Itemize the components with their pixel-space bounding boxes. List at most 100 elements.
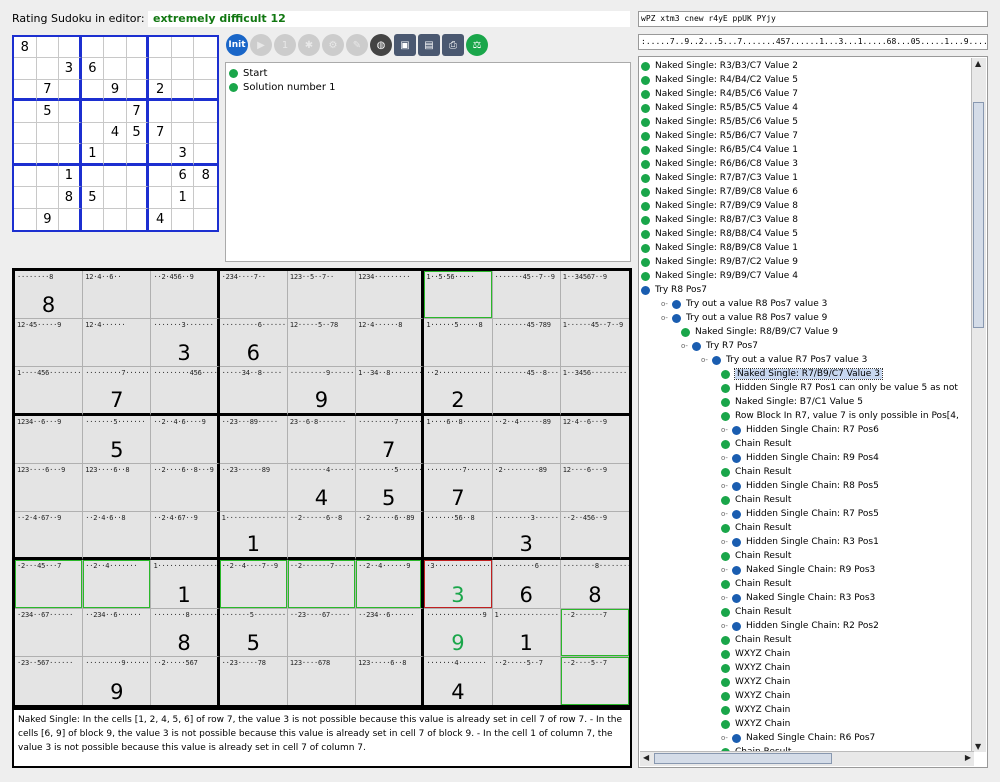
tree-item[interactable]: Naked Single: R4/B4/C2 Value 5: [641, 73, 798, 87]
grid-cell[interactable]: 12····6···9: [560, 463, 629, 513]
grid-cell[interactable]: ··2·············· 2: [424, 367, 493, 416]
grid-cell[interactable]: ··2·····567: [151, 656, 220, 705]
tree-item[interactable]: Chain Result: [721, 577, 791, 591]
tree-item[interactable]: Naked Single: R3/B3/C7 Value 2: [641, 59, 798, 73]
small-grid-cell[interactable]: [14, 79, 37, 102]
grid-cell[interactable]: 123····678: [287, 656, 357, 705]
small-grid-cell[interactable]: [104, 144, 127, 166]
small-grid-cell[interactable]: [104, 37, 127, 59]
grid-cell[interactable]: 123····6···9: [15, 463, 84, 513]
tree-toggle-icon[interactable]: o-: [661, 300, 669, 308]
play-icon[interactable]: ▶: [250, 34, 272, 56]
grid-cell[interactable]: ··2······6··8: [287, 512, 357, 561]
tree-item[interactable]: Row Block In R7, value 7 is only possibl…: [721, 409, 959, 423]
tree-toggle-icon[interactable]: o-: [681, 342, 689, 350]
horizontal-scrollbar[interactable]: ◀ ▶: [640, 751, 974, 766]
tree-toggle-icon[interactable]: o-: [661, 314, 669, 322]
grid-cell[interactable]: 23··6·8·······: [287, 415, 357, 464]
scroll-left-icon[interactable]: ◀: [643, 753, 649, 762]
small-grid-cell[interactable]: [59, 101, 82, 123]
small-grid-cell[interactable]: 9: [104, 79, 127, 102]
horizontal-scroll-thumb[interactable]: [654, 753, 832, 764]
grid-cell[interactable]: ·······5······· 5: [83, 415, 152, 464]
small-grid-cell[interactable]: 4: [104, 122, 127, 145]
small-grid-cell[interactable]: 6: [171, 165, 195, 188]
small-grid-cell[interactable]: [194, 37, 217, 59]
grid-cell[interactable]: 123·····6··8: [356, 656, 425, 705]
grid-cell[interactable]: ·········7······· 7: [424, 463, 493, 513]
tree-item[interactable]: Chain Result: [721, 549, 791, 563]
tree-item[interactable]: Naked Single: R9/B9/C7 Value 4: [641, 269, 798, 283]
small-grid-cell[interactable]: [126, 165, 150, 188]
puzzle-name-field[interactable]: extremely difficult 12: [148, 11, 630, 27]
grid-cell[interactable]: ··234··6······: [356, 608, 425, 657]
grid-cell[interactable]: ·········9······· 9: [287, 367, 357, 416]
small-grid-cell[interactable]: [126, 187, 150, 209]
grid-cell[interactable]: ········8········ 8: [151, 608, 220, 657]
save-icon[interactable]: ▣: [394, 34, 416, 56]
small-grid-cell[interactable]: [81, 37, 105, 59]
small-grid-cell[interactable]: [194, 209, 217, 230]
small-grid-cell[interactable]: [171, 101, 195, 123]
grid-cell[interactable]: ··2·4·6··8: [83, 512, 152, 561]
small-grid-cell[interactable]: [171, 58, 195, 80]
small-grid-cell[interactable]: [82, 208, 105, 230]
tree-item[interactable]: Naked Single: R7/B9/C8 Value 6: [641, 185, 798, 199]
grid-cell[interactable]: ·234····7··: [219, 271, 288, 320]
tree-item[interactable]: o- Hidden Single Chain: R8 Pos5: [721, 479, 879, 493]
grid-cell[interactable]: ··2·456··9: [151, 271, 220, 320]
small-grid-cell[interactable]: 5: [81, 187, 105, 209]
small-grid-cell[interactable]: [36, 122, 60, 145]
grid-cell[interactable]: ··2····6··8···9: [151, 463, 220, 513]
tree-item[interactable]: WXYZ Chain: [721, 661, 790, 675]
small-grid-cell[interactable]: [59, 79, 82, 102]
small-grid-cell[interactable]: [36, 37, 60, 59]
vertical-scrollbar[interactable]: ▲ ▼: [971, 58, 986, 752]
small-grid-cell[interactable]: [149, 187, 172, 209]
grid-cell[interactable]: 1234·········: [356, 271, 425, 320]
tree-toggle-icon[interactable]: o-: [721, 622, 729, 630]
grid-cell[interactable]: ··2··4·······: [83, 560, 152, 609]
grid-cell[interactable]: ··2··4······9: [356, 560, 425, 609]
grid-cell[interactable]: ·········4······· 4: [287, 463, 357, 513]
grid-cell[interactable]: ·········456······: [151, 367, 220, 416]
tree-item[interactable]: Chain Result: [721, 633, 791, 647]
grid-cell[interactable]: 1······5·····8: [424, 319, 493, 368]
grid-cell[interactable]: ········8 8: [15, 271, 84, 320]
tree-item[interactable]: Naked Single: R8/B9/C8 Value 1: [641, 241, 798, 255]
grid-cell[interactable]: ··2····5··7: [560, 656, 629, 705]
grid-cell[interactable]: ········45··8····: [492, 367, 561, 416]
grid-cell[interactable]: ··23···89·····: [219, 415, 288, 464]
small-grid-cell[interactable]: [81, 79, 105, 102]
small-grid-cell[interactable]: [194, 58, 217, 80]
grid-cell[interactable]: ··2··4·6····9: [151, 415, 220, 464]
small-grid-cell[interactable]: [36, 58, 60, 80]
tree-item[interactable]: o- Hidden Single Chain: R2 Pos2: [721, 619, 879, 633]
grid-cell[interactable]: ··2··4····7··9: [219, 560, 288, 609]
tree-item[interactable]: Naked Single: R5/B6/C7 Value 7: [641, 129, 798, 143]
grid-cell[interactable]: ·234··67······: [15, 608, 84, 657]
grid-cell[interactable]: 1················ 1: [151, 560, 220, 609]
small-grid-cell[interactable]: [81, 101, 105, 123]
tree-item[interactable]: o- Hidden Single Chain: R7 Pos5: [721, 507, 879, 521]
editor-small-grid[interactable]: 836792574571316885194: [12, 35, 219, 232]
grid-cell[interactable]: 1················ 1: [219, 512, 288, 561]
grid-cell[interactable]: 1····456········: [15, 367, 84, 416]
grid-cell[interactable]: ··············9 9: [424, 608, 493, 657]
small-grid-cell[interactable]: [149, 37, 172, 59]
grid-cell[interactable]: 1······45··7··9: [560, 319, 629, 368]
print-icon[interactable]: ⎙: [442, 34, 464, 56]
solution-tree[interactable]: Naked Single: R3/B3/C7 Value 2 Naked Sing…: [638, 56, 988, 768]
grid-cell[interactable]: ··2·······7: [560, 608, 629, 657]
small-grid-cell[interactable]: 8: [14, 37, 37, 59]
grid-cell[interactable]: 1··3456·········: [560, 367, 629, 416]
small-grid-cell[interactable]: 8: [59, 187, 82, 209]
grid-cell[interactable]: 12·4··6···9: [560, 415, 629, 464]
small-grid-cell[interactable]: 7: [149, 122, 172, 145]
tree-item[interactable]: o- Try out a value R8 Pos7 value 9: [661, 311, 827, 325]
tree-item[interactable]: Naked Single: B7/C1 Value 5: [721, 395, 863, 409]
small-grid-cell[interactable]: [194, 123, 217, 145]
grid-cell[interactable]: 1················ 1: [492, 608, 561, 657]
grid-cell[interactable]: ·2·········89: [492, 463, 561, 513]
grid-cell[interactable]: ·23··567······: [15, 656, 84, 705]
